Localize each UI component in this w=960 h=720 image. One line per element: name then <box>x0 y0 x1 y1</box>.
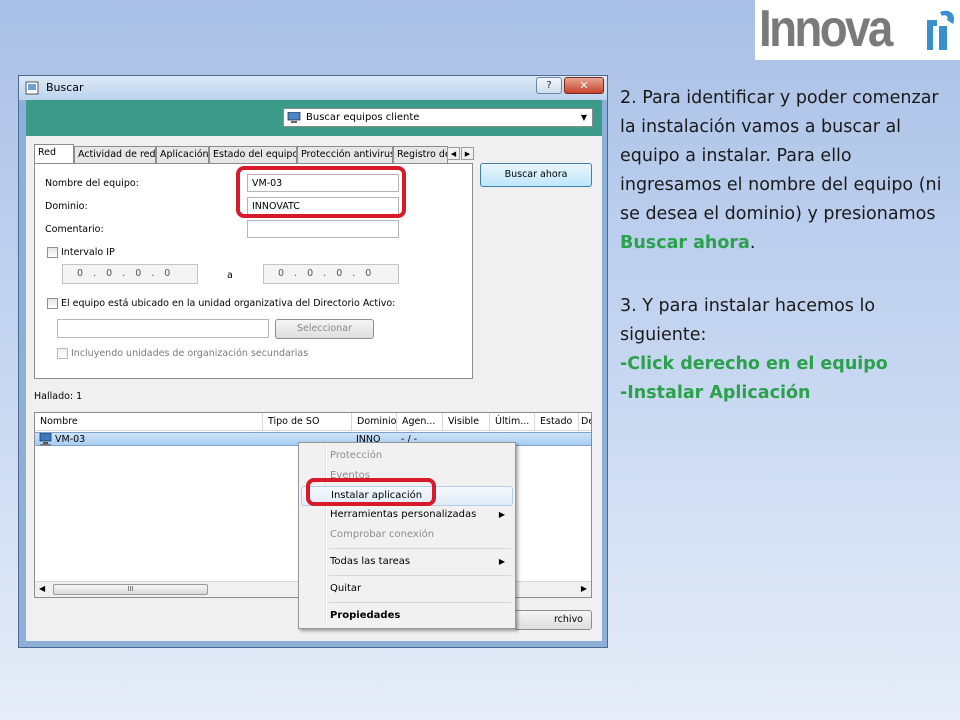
scroll-left-icon[interactable]: ◀ <box>39 584 45 593</box>
scope-select-value: Buscar equipos cliente <box>306 112 420 123</box>
comment-input[interactable] <box>247 220 399 238</box>
ip-to-input[interactable]: 0 . 0 . 0 . 0 <box>263 264 399 284</box>
tab-computer-status[interactable]: Estado del equipo <box>209 146 297 163</box>
tab-scroll-left-icon[interactable]: ◀ <box>447 147 460 160</box>
column-header-status[interactable]: Estado <box>535 413 579 431</box>
innova-logo: Innova <box>755 0 960 60</box>
chevron-down-icon: ▼ <box>580 113 587 122</box>
domain-label: Dominio: <box>45 201 88 212</box>
close-button[interactable]: ✕ <box>564 77 604 94</box>
menu-item-all-tasks[interactable]: Todas las tareas ▶ <box>301 552 513 572</box>
tab-network-activity[interactable]: Actividad de red <box>74 146 156 163</box>
menu-separator <box>329 602 511 603</box>
search-now-button-label: Buscar ahora <box>504 169 568 180</box>
menu-item-check-connection[interactable]: Comprobar conexión <box>301 525 513 545</box>
scope-select[interactable]: Buscar equipos cliente ▼ <box>283 108 593 127</box>
menu-item-all-tasks-label: Todas las tareas <box>330 556 411 567</box>
column-header-more[interactable]: De <box>579 413 591 431</box>
column-header-os-type[interactable]: Tipo de SO <box>263 413 352 431</box>
tab-scroll-right-icon[interactable]: ▶ <box>461 147 474 160</box>
step-3-item-1: -Click derecho en el equipo <box>620 354 888 374</box>
menu-item-custom-tools[interactable]: Herramientas personalizadas ▶ <box>301 505 513 525</box>
highlight-box-fields <box>236 166 406 218</box>
computer-icon <box>287 112 301 123</box>
comment-label: Comentario: <box>45 224 104 235</box>
submenu-arrow-icon: ▶ <box>498 557 505 566</box>
computer-icon <box>39 433 52 446</box>
row-name: VM-03 <box>55 434 86 445</box>
menu-separator <box>329 548 511 549</box>
include-sub-ou-label: Incluyendo unidades de organización secu… <box>71 348 309 359</box>
select-ou-button[interactable]: Seleccionar <box>275 319 374 339</box>
search-now-button[interactable]: Buscar ahora <box>480 163 592 187</box>
logo-mark-icon <box>927 10 955 50</box>
found-count: Hallado: 1 <box>34 391 83 402</box>
menu-separator <box>329 575 511 576</box>
tab-registry[interactable]: Registro de <box>393 146 448 163</box>
dialog-title: Buscar <box>46 81 84 94</box>
step-2-highlight: Buscar ahora <box>620 233 750 253</box>
context-menu: Protección Eventos Instalar aplicación H… <box>298 442 516 629</box>
help-button[interactable]: ? <box>536 77 562 94</box>
tab-antivirus-protection[interactable]: Protección antivirus <box>297 146 393 163</box>
title-bar[interactable]: Buscar ? ✕ <box>19 76 607 100</box>
ou-checkbox[interactable] <box>47 298 58 309</box>
include-sub-ou-checkbox[interactable] <box>57 348 68 359</box>
ip-range-checkbox[interactable] <box>47 247 58 258</box>
column-header-agent[interactable]: Agen... <box>397 413 443 431</box>
column-header-last[interactable]: Últim... <box>490 413 535 431</box>
file-button-label: rchivo <box>553 614 583 625</box>
ou-label: El equipo está ubicado en la unidad orga… <box>61 298 396 309</box>
column-header-domain[interactable]: Dominio <box>352 413 397 431</box>
step-2-paragraph: 2. Para identificar y poder comenzar la … <box>620 84 955 258</box>
logo-text: Innova <box>759 0 893 58</box>
tab-red[interactable]: Red <box>34 144 74 163</box>
search-window-icon <box>25 81 39 95</box>
column-header-visible[interactable]: Visible <box>443 413 490 431</box>
computer-name-label: Nombre del equipo: <box>45 178 139 189</box>
scroll-right-icon[interactable]: ▶ <box>581 584 587 593</box>
submenu-arrow-icon: ▶ <box>498 510 505 519</box>
ip-range-label: Intervalo IP <box>61 247 115 258</box>
step-3-item-2: -Instalar Aplicación <box>620 383 811 403</box>
menu-item-protection[interactable]: Protección <box>301 446 513 466</box>
step-3-text: 3. Y para instalar hacemos lo siguiente: <box>620 296 876 345</box>
file-button[interactable]: rchivo <box>514 610 592 630</box>
menu-item-remove[interactable]: Quitar <box>301 579 513 599</box>
highlight-box-install <box>306 478 436 506</box>
instructions-panel: 2. Para identificar y poder comenzar la … <box>620 84 955 408</box>
step-2-end: . <box>749 233 756 253</box>
ou-input[interactable] <box>57 319 269 338</box>
ip-from-input[interactable]: 0 . 0 . 0 . 0 <box>62 264 198 284</box>
ip-range-separator: a <box>227 270 233 281</box>
menu-item-custom-tools-label: Herramientas personalizadas <box>330 509 477 520</box>
scope-band: Buscar equipos cliente ▼ <box>26 100 602 136</box>
column-header-name[interactable]: Nombre <box>35 413 263 431</box>
scroll-thumb[interactable]: III <box>53 584 208 595</box>
tab-application[interactable]: Aplicación <box>156 146 209 163</box>
menu-item-properties[interactable]: Propiedades <box>301 606 513 626</box>
step-2-text: 2. Para identificar y poder comenzar la … <box>620 88 942 224</box>
